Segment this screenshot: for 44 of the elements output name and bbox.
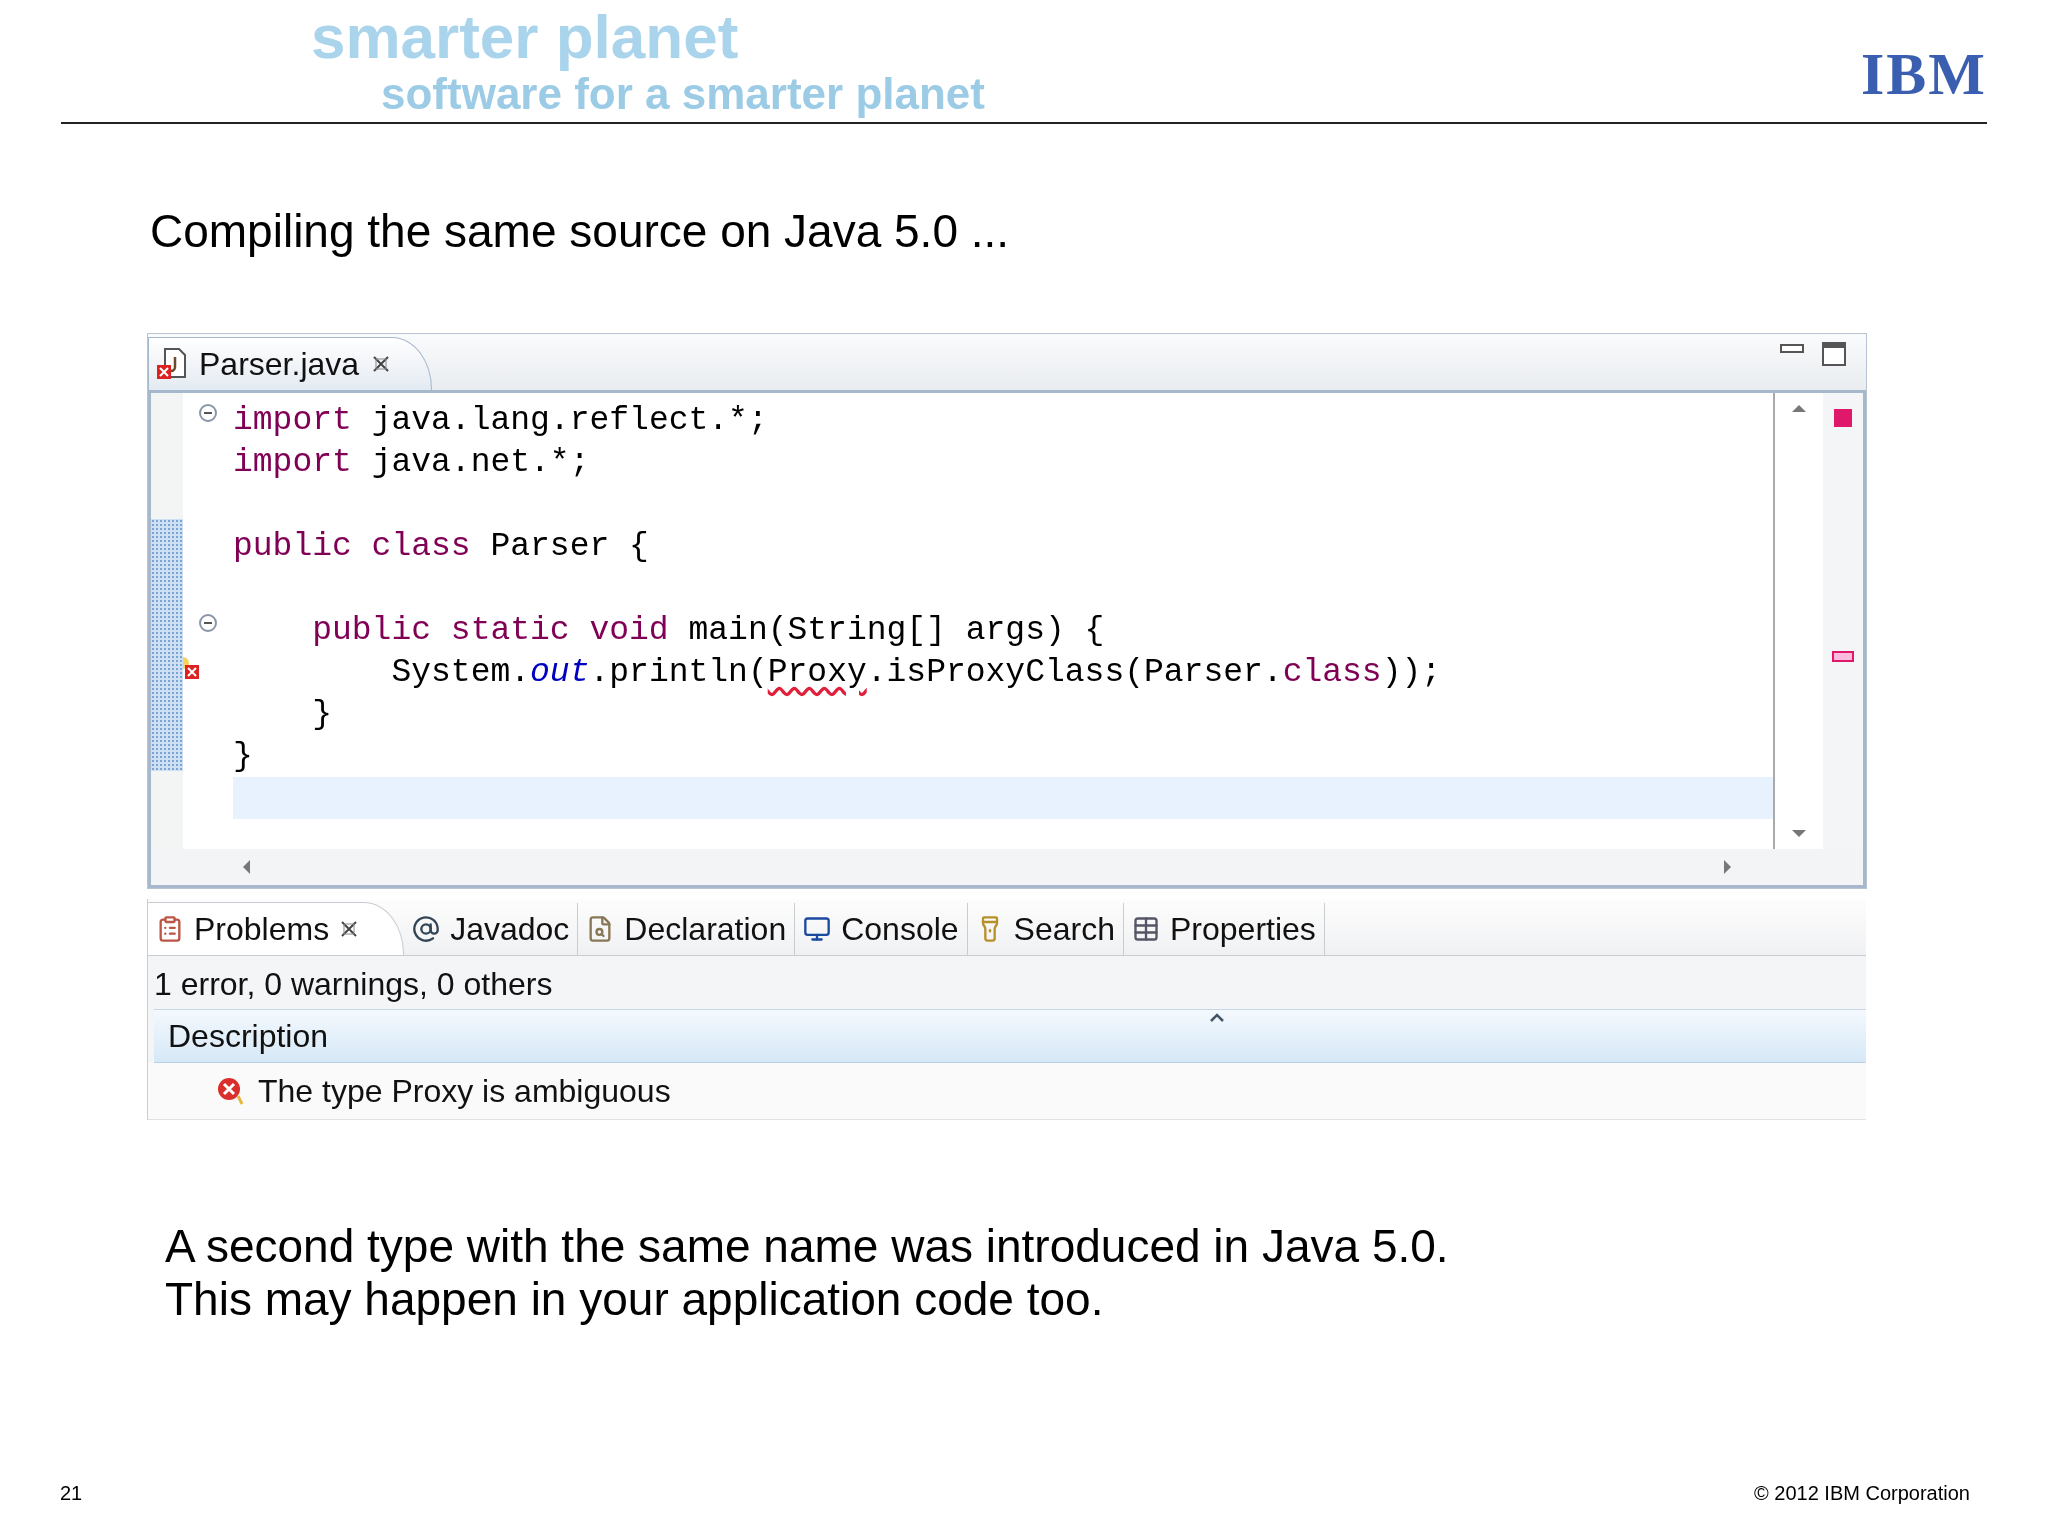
monitor-icon (803, 915, 832, 943)
editor-tab[interactable]: Parser.java (148, 337, 433, 390)
code-line: import java.net.*; (233, 443, 590, 481)
page-number: 21 (60, 1482, 83, 1505)
java-file-icon (157, 347, 187, 381)
scroll-right-icon[interactable] (1723, 859, 1733, 875)
column-header[interactable]: Description (154, 1009, 1866, 1063)
table-icon (1132, 915, 1160, 943)
view-tab[interactable]: Console (795, 903, 968, 955)
close-icon[interactable] (339, 919, 360, 939)
fold-icon[interactable] (198, 403, 218, 423)
view-tab[interactable]: Declaration (578, 903, 796, 955)
view-tab[interactable]: Search (967, 903, 1124, 955)
scroll-left-icon[interactable] (241, 859, 251, 875)
problem-row[interactable]: The type Proxy is ambiguous (148, 1063, 1866, 1120)
scroll-up-icon[interactable] (1791, 403, 1807, 413)
view-tab[interactable]: Properties (1124, 903, 1325, 955)
body-text: This may happen in your application code too. (165, 1273, 1105, 1326)
problems-summary: 1 error, 0 warnings, 0 others (153, 965, 554, 1004)
scroll-down-icon[interactable] (1791, 829, 1807, 839)
maximize-icon[interactable] (1822, 342, 1846, 366)
slide-title: Compiling the same source on Java 5.0 ... (150, 204, 1011, 258)
error-icon (216, 1076, 246, 1106)
minimize-icon[interactable] (1780, 342, 1804, 356)
code-line: } (311, 695, 333, 733)
code-line: public static void main(String[] args) { (311, 611, 1105, 649)
code-line: import java.lang.reflect.*; (233, 401, 768, 439)
code-line: public class Parser { (233, 527, 649, 565)
close-icon[interactable] (371, 354, 392, 374)
body-text: A second type with the same name was introduced in Java 5.0. (165, 1220, 1450, 1273)
copyright-text: © 2012 IBM Corporation (1754, 1482, 1970, 1505)
code-line: } (233, 737, 253, 775)
logo: IBM (1861, 44, 1987, 104)
view-tab[interactable]: Problems (148, 902, 405, 955)
code-line: System.out.println(Proxy.isProxyClass(Parser.class)); (390, 653, 1442, 691)
banner-tagline: software for a smarter planet (381, 70, 985, 120)
sort-icon (1209, 1012, 1225, 1022)
error-ruler-mark[interactable] (1832, 651, 1854, 662)
error-status-icon (1834, 409, 1852, 427)
fold-icon[interactable] (198, 613, 218, 633)
at-sign-icon (412, 915, 441, 943)
problem-description: The type Proxy is ambiguous (258, 1072, 671, 1110)
view-tab[interactable]: Javadoc (404, 903, 579, 955)
banner-headline: smarter planet (311, 4, 739, 70)
